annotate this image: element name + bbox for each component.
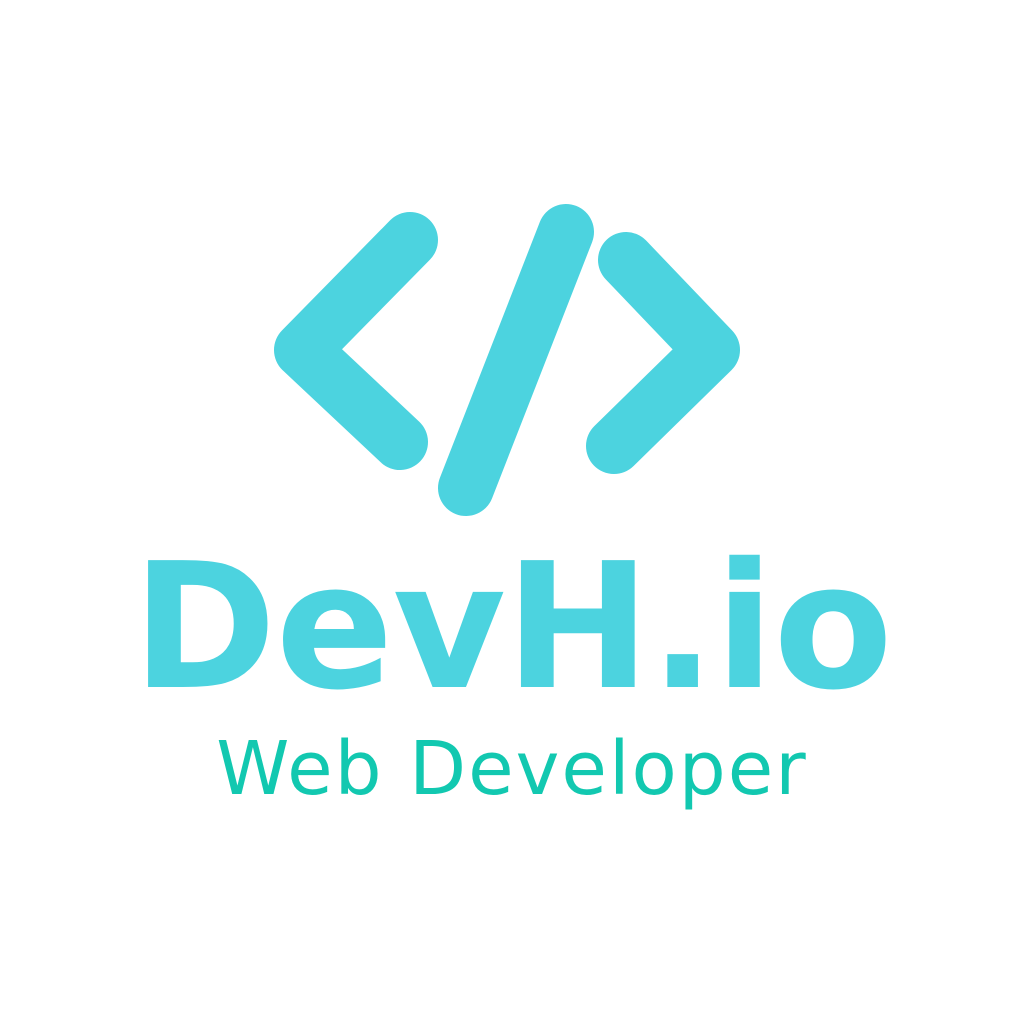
left-angle-bracket [274, 212, 438, 470]
right-angle-bracket [586, 232, 740, 474]
code-brackets-icon [274, 204, 740, 516]
logo-canvas: DevH.io Web Developer [0, 0, 1024, 1024]
brand-name: DevH.io [132, 526, 893, 729]
slash-stroke [438, 204, 594, 516]
tagline: Web Developer [216, 726, 808, 812]
